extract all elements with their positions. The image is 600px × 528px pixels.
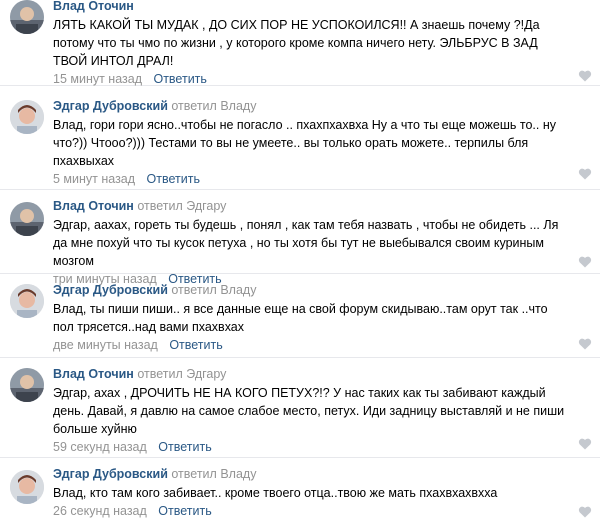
- comments-feed: Влад Оточин ЛЯТЬ КАКОЙ ТЫ МУДАК , ДО СИХ…: [0, 0, 600, 528]
- timestamp[interactable]: 59 секунд назад: [53, 440, 147, 454]
- reply-label: ответил: [137, 367, 183, 381]
- avatar[interactable]: [10, 0, 44, 34]
- comment-text: Эдгар, ахах , ДРОЧИТЬ НЕ НА КОГО ПЕТУХ?!…: [53, 386, 565, 436]
- comment-text: Влад, гори гори ясно..чтобы не погасло .…: [53, 118, 556, 168]
- reply-target[interactable]: Владу: [220, 467, 256, 481]
- comment-item: Эдгар Дубровский ответил Владу Влад, ты …: [0, 274, 600, 358]
- author-name[interactable]: Эдгар Дубровский: [53, 99, 168, 113]
- reply-button[interactable]: Ответить: [158, 440, 211, 454]
- comment-text: Эдгар, аахах, гореть ты будешь , понял ,…: [53, 218, 559, 268]
- comment-header: Эдгар Дубровский ответил Владу: [53, 466, 570, 482]
- timestamp[interactable]: две минуты назад: [53, 338, 158, 352]
- reply-target[interactable]: Эдгару: [186, 199, 226, 213]
- author-name[interactable]: Эдгар Дубровский: [53, 467, 168, 481]
- author-name[interactable]: Влад Оточин: [53, 199, 134, 213]
- avatar[interactable]: [10, 202, 44, 236]
- reply-label: ответил: [171, 99, 217, 113]
- author-name[interactable]: Влад Оточин: [53, 367, 134, 381]
- reply-button[interactable]: Ответить: [169, 338, 222, 352]
- reply-button[interactable]: Ответить: [147, 172, 200, 186]
- heart-icon[interactable]: [578, 338, 592, 350]
- timestamp[interactable]: 15 минут назад: [53, 72, 142, 86]
- avatar[interactable]: [10, 100, 44, 134]
- reply-target[interactable]: Владу: [220, 283, 256, 297]
- heart-icon[interactable]: [578, 70, 592, 82]
- timestamp[interactable]: 26 секунд назад: [53, 504, 147, 518]
- comment-meta: две минуты назад Ответить: [53, 337, 570, 354]
- comment-header: Влад Оточин ответил Эдгару: [53, 198, 570, 214]
- comment-header: Эдгар Дубровский ответил Владу: [53, 98, 570, 114]
- reply-button[interactable]: Ответить: [153, 72, 206, 86]
- comment-meta: 26 секунд назад Ответить: [53, 503, 570, 520]
- heart-icon[interactable]: [578, 438, 592, 450]
- reply-target[interactable]: Эдгару: [186, 367, 226, 381]
- reply-label: ответил: [171, 467, 217, 481]
- comment-item: Влад Оточин ответил Эдгару Эдгар, ахах ,…: [0, 358, 600, 458]
- comment-item: Влад Оточин ЛЯТЬ КАКОЙ ТЫ МУДАК , ДО СИХ…: [0, 0, 600, 86]
- author-name[interactable]: Эдгар Дубровский: [53, 283, 168, 297]
- avatar[interactable]: [10, 470, 44, 504]
- avatar[interactable]: [10, 368, 44, 402]
- comment-item: Эдгар Дубровский ответил Владу Влад, кто…: [0, 458, 600, 528]
- comment-header: Эдгар Дубровский ответил Владу: [53, 282, 570, 298]
- heart-icon[interactable]: [578, 168, 592, 180]
- reply-label: ответил: [171, 283, 217, 297]
- avatar[interactable]: [10, 284, 44, 318]
- comment-text: ЛЯТЬ КАКОЙ ТЫ МУДАК , ДО СИХ ПОР НЕ УСПО…: [53, 18, 540, 68]
- comment-text: Влад, кто там кого забивает.. кроме твое…: [53, 486, 498, 500]
- comment-text: Влад, ты пиши пиши.. я все данные еще на…: [53, 302, 548, 334]
- comment-item: Влад Оточин ответил Эдгару Эдгар, аахах,…: [0, 190, 600, 286]
- reply-button[interactable]: Ответить: [158, 504, 211, 518]
- heart-icon[interactable]: [578, 506, 592, 518]
- reply-label: ответил: [137, 199, 183, 213]
- author-name[interactable]: Влад Оточин: [53, 0, 134, 13]
- comment-meta: 59 секунд назад Ответить: [53, 439, 570, 456]
- heart-icon[interactable]: [578, 256, 592, 268]
- comment-item: Эдгар Дубровский ответил Владу Влад, гор…: [0, 86, 600, 190]
- comment-meta: 5 минут назад Ответить: [53, 171, 570, 188]
- comment-header: Влад Оточин: [53, 0, 570, 14]
- reply-target[interactable]: Владу: [220, 99, 256, 113]
- comment-header: Влад Оточин ответил Эдгару: [53, 366, 570, 382]
- timestamp[interactable]: 5 минут назад: [53, 172, 135, 186]
